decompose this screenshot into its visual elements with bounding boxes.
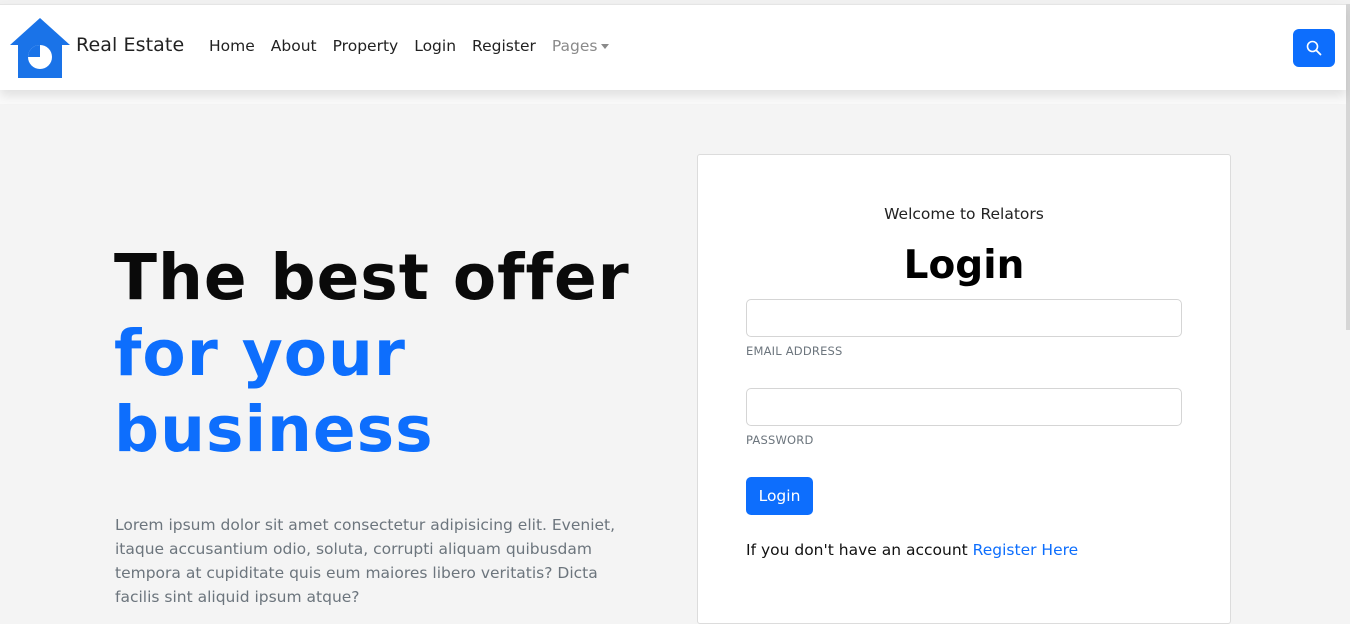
- nav-home-link[interactable]: Home: [209, 37, 255, 55]
- scrollbar[interactable]: [1346, 4, 1350, 330]
- caret-down-icon: [601, 43, 610, 49]
- login-submit-button[interactable]: Login: [746, 477, 813, 515]
- login-heading: Login: [903, 243, 1025, 288]
- nav-register-link[interactable]: Register: [472, 37, 536, 55]
- house-pie-icon: [10, 18, 70, 78]
- register-here-link[interactable]: Register Here: [973, 541, 1079, 559]
- nav-links: Home About Property Login Register Pages: [209, 37, 625, 55]
- hero-title-line2: for your: [114, 317, 406, 390]
- nav-about-link[interactable]: About: [271, 37, 317, 55]
- header-divider: [0, 90, 1346, 104]
- email-input[interactable]: [746, 299, 1182, 337]
- search-icon: [1306, 40, 1322, 56]
- nav-login-link[interactable]: Login: [414, 37, 456, 55]
- hero-title-line1: The best offer: [114, 241, 630, 314]
- search-button[interactable]: [1293, 29, 1335, 67]
- hero-description: Lorem ipsum dolor sit amet consectetur a…: [115, 516, 616, 606]
- nav-pages-dropdown[interactable]: Pages: [552, 37, 610, 55]
- login-card: Welcome to Relators Login EMAIL ADDRESS …: [697, 154, 1231, 624]
- hero-title-line3: business: [114, 393, 434, 466]
- password-label: PASSWORD: [746, 433, 814, 447]
- brand[interactable]: Real Estate: [10, 17, 184, 79]
- nav-pages-label: Pages: [551, 37, 598, 55]
- register-prompt: If you don't have an account Register He…: [746, 541, 1078, 559]
- nav-property-link[interactable]: Property: [333, 37, 399, 55]
- navbar: Real Estate Home About Property Login Re…: [0, 4, 1346, 90]
- password-input[interactable]: [746, 388, 1182, 426]
- register-prompt-text: If you don't have an account: [746, 541, 968, 559]
- welcome-text: Welcome to Relators: [884, 205, 1044, 223]
- brand-name: Real Estate: [76, 34, 185, 56]
- email-label: EMAIL ADDRESS: [746, 344, 843, 358]
- hero-title: The best offer for your business: [114, 240, 630, 468]
